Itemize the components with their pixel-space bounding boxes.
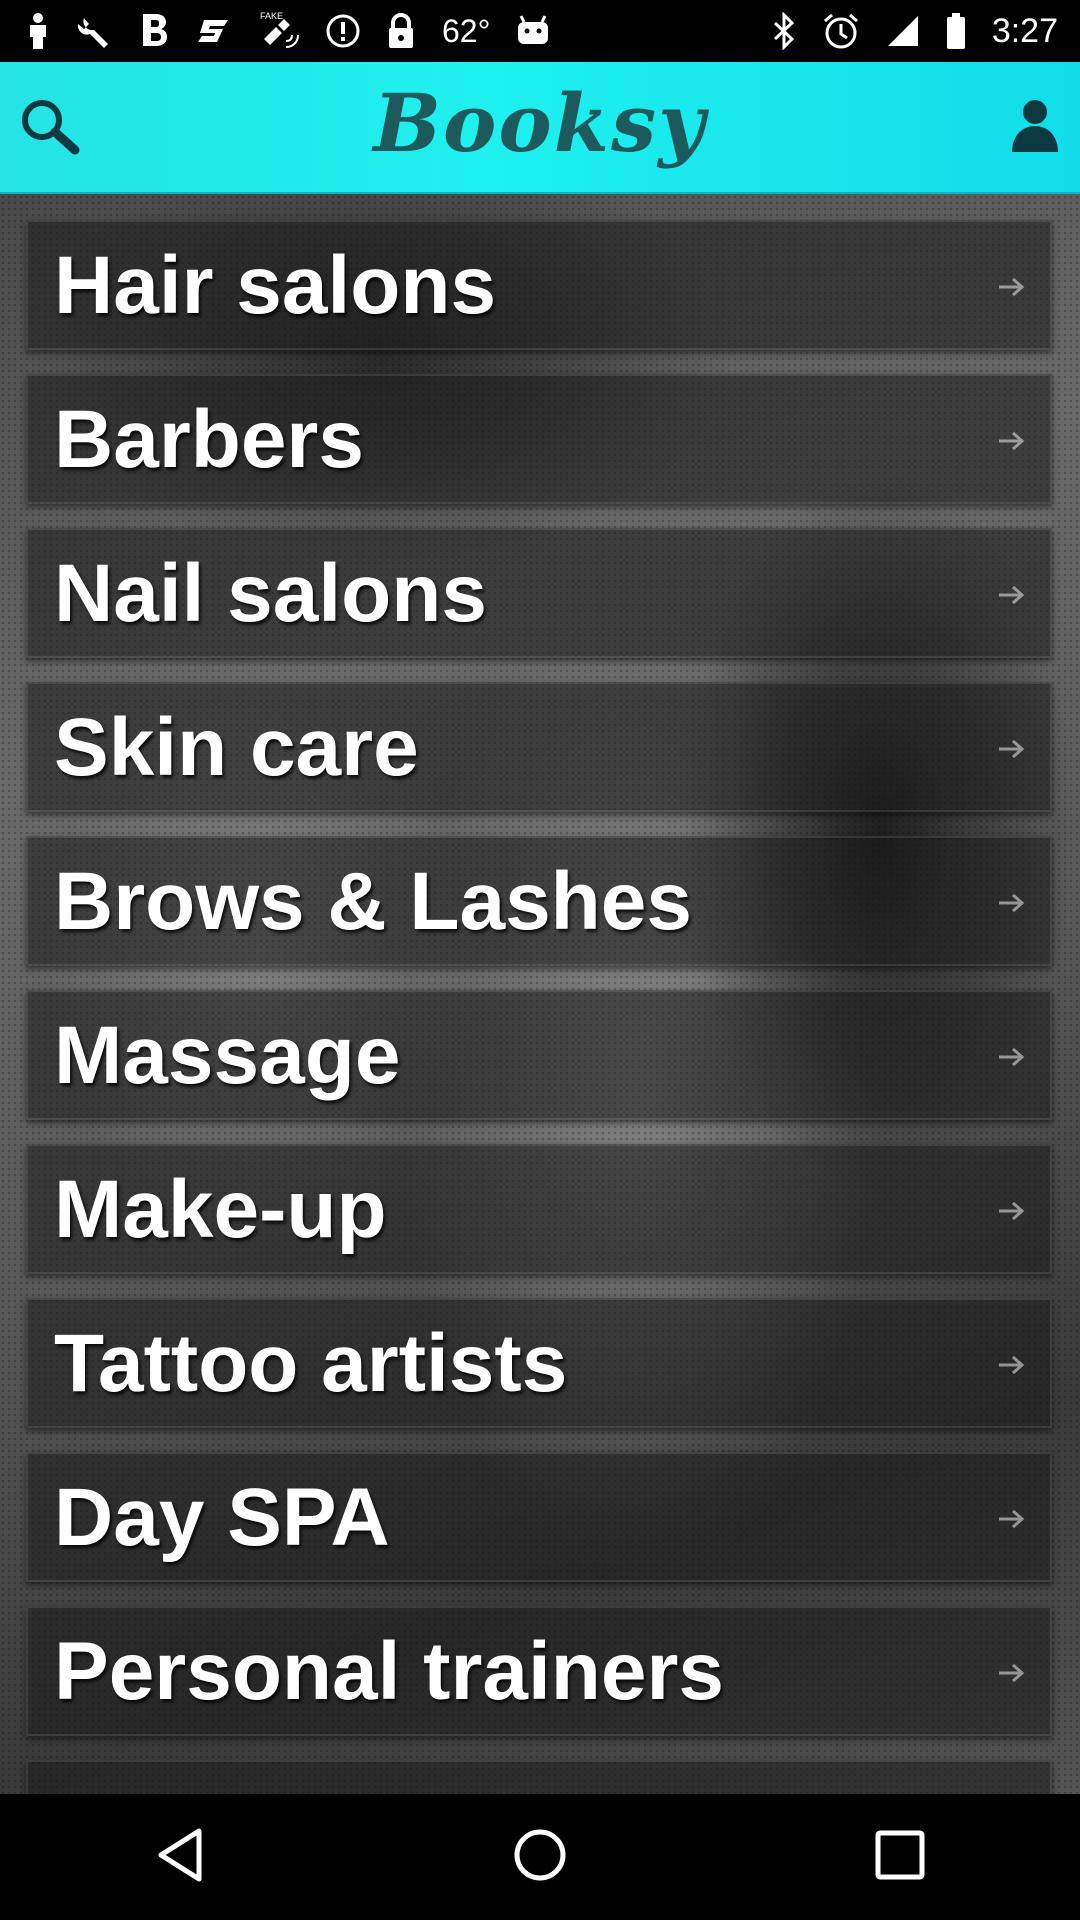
category-nail-salons[interactable]: Nail salons [26, 528, 1052, 658]
status-right-icons: 3:27 [772, 11, 1058, 51]
home-icon [512, 1827, 568, 1888]
category-label: Massage [54, 1010, 401, 1101]
android-icon [516, 11, 550, 51]
category-massage[interactable]: Massage [26, 990, 1052, 1120]
screen: FAKE 62° 3:27 Booksy Hair salons Barbers… [0, 0, 1080, 1920]
category-partial-next[interactable] [26, 1760, 1052, 1794]
category-label: Personal trainers [54, 1626, 724, 1717]
category-list: Hair salons Barbers Nail salons Skin car… [0, 194, 1080, 1794]
category-label: Make-up [54, 1164, 387, 1255]
status-left-icons: FAKE 62° [26, 11, 550, 51]
category-tattoo-artists[interactable]: Tattoo artists [26, 1298, 1052, 1428]
arrow-right-icon [994, 1348, 1030, 1382]
alarm-icon [822, 11, 860, 51]
category-label: Brows & Lashes [54, 856, 692, 947]
category-label: Hair salons [54, 240, 497, 331]
recents-button[interactable] [840, 1807, 960, 1907]
arrow-right-icon [994, 1502, 1030, 1536]
wrench-icon [76, 11, 114, 51]
recents-icon [874, 1829, 926, 1886]
clock-text: 3:27 [991, 11, 1058, 50]
back-button[interactable] [120, 1807, 240, 1907]
app-logo: Booksy [373, 76, 707, 170]
signal-icon [886, 11, 920, 51]
arrow-right-icon [994, 270, 1030, 304]
temperature-text: 62° [442, 12, 491, 49]
category-skin-care[interactable]: Skin care [26, 682, 1052, 812]
category-hair-salons[interactable]: Hair salons [26, 220, 1052, 350]
category-make-up[interactable]: Make-up [26, 1144, 1052, 1274]
info-icon [326, 11, 360, 51]
arrow-right-icon [994, 732, 1030, 766]
person-icon [26, 11, 50, 51]
app-header: Booksy [0, 62, 1080, 194]
user-icon [1010, 98, 1060, 159]
arrow-right-icon [994, 886, 1030, 920]
category-label: Barbers [54, 394, 364, 485]
arrow-right-icon [994, 1040, 1030, 1074]
battery-icon [946, 11, 966, 51]
back-icon [155, 1827, 205, 1888]
arrow-right-icon [994, 578, 1030, 612]
category-barbers[interactable]: Barbers [26, 374, 1052, 504]
home-button[interactable] [480, 1807, 600, 1907]
category-label: Skin care [54, 702, 419, 793]
lock-icon [386, 11, 416, 51]
s-logo-icon [196, 11, 230, 51]
svg-text:FAKE: FAKE [260, 11, 283, 21]
category-day-spa[interactable]: Day SPA [26, 1452, 1052, 1582]
arrow-right-icon [994, 1194, 1030, 1228]
bold-b-icon [140, 11, 170, 51]
status-bar: FAKE 62° 3:27 [0, 0, 1080, 62]
bluetooth-icon [772, 11, 796, 51]
fake-gps-icon: FAKE [256, 11, 300, 51]
category-label: Nail salons [54, 548, 487, 639]
category-personal-trainers[interactable]: Personal trainers [26, 1606, 1052, 1736]
navigation-bar [0, 1794, 1080, 1920]
category-label: Tattoo artists [54, 1318, 568, 1409]
category-brows-lashes[interactable]: Brows & Lashes [26, 836, 1052, 966]
arrow-right-icon [994, 424, 1030, 458]
profile-button[interactable] [1000, 88, 1070, 168]
category-label: Day SPA [54, 1472, 390, 1563]
arrow-right-icon [994, 1656, 1030, 1690]
